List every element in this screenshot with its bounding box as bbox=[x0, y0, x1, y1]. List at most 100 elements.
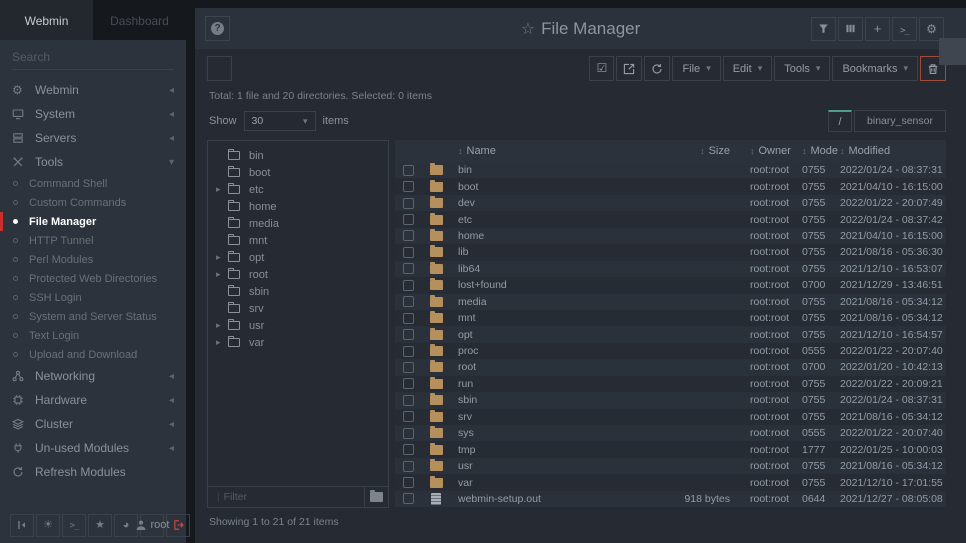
tree-item-sbin[interactable]: sbin bbox=[208, 283, 388, 300]
row-checkbox[interactable] bbox=[403, 395, 414, 406]
tree-item-opt[interactable]: ▸opt bbox=[208, 249, 388, 266]
tree-item-usr[interactable]: ▸usr bbox=[208, 317, 388, 334]
export-button[interactable] bbox=[616, 56, 642, 81]
tree-item-srv[interactable]: srv bbox=[208, 300, 388, 317]
sidebar-item-tools[interactable]: Tools▾ bbox=[0, 150, 186, 174]
sidebar-item-file-manager[interactable]: File Manager bbox=[0, 212, 186, 231]
plus-button[interactable]: + bbox=[865, 17, 890, 41]
help-button[interactable]: ? bbox=[205, 16, 230, 41]
column-header-mode[interactable]: ↕Mode bbox=[796, 145, 834, 157]
row-checkbox[interactable] bbox=[403, 198, 414, 209]
column-header-name[interactable]: ↕Name bbox=[451, 145, 640, 157]
row-checkbox[interactable] bbox=[403, 280, 414, 291]
row-checkbox[interactable] bbox=[403, 214, 414, 225]
row-checkbox[interactable] bbox=[403, 247, 414, 258]
tree-item-boot[interactable]: boot bbox=[208, 164, 388, 181]
sidebar-item-command-shell[interactable]: Command Shell bbox=[0, 174, 186, 193]
copy-path-button[interactable] bbox=[207, 56, 232, 81]
row-checkbox[interactable] bbox=[403, 378, 414, 389]
table-row[interactable]: mediaroot:root07552021/08/16 - 05:34:12 bbox=[395, 294, 946, 310]
sidebar-item-webmin[interactable]: ⚙Webmin◂ bbox=[0, 78, 186, 102]
gear-button[interactable]: ⚙ bbox=[919, 17, 944, 41]
tree-expand-icon[interactable]: ▸ bbox=[216, 269, 228, 280]
tree-folder-button[interactable] bbox=[364, 487, 388, 507]
table-row[interactable]: optroot:root07552021/12/10 - 16:54:57 bbox=[395, 326, 946, 342]
sidebar-item-ssh-login[interactable]: SSH Login bbox=[0, 288, 186, 307]
columns-button[interactable] bbox=[838, 17, 863, 41]
sidebar-item-system-and-server-status[interactable]: System and Server Status bbox=[0, 307, 186, 326]
table-row[interactable]: libroot:root07552021/08/16 - 05:36:30 bbox=[395, 244, 946, 260]
sun-button[interactable]: ☀ bbox=[36, 514, 60, 537]
tree-item-var[interactable]: ▸var bbox=[208, 334, 388, 351]
menu-edit-button[interactable]: Edit▾ bbox=[723, 56, 773, 81]
tab-webmin[interactable]: Webmin bbox=[0, 0, 93, 40]
tree-expand-icon[interactable]: ▸ bbox=[216, 252, 228, 263]
row-checkbox[interactable] bbox=[403, 477, 414, 488]
menu-tools-button[interactable]: Tools▾ bbox=[774, 56, 830, 81]
search-input[interactable] bbox=[12, 50, 174, 64]
row-checkbox[interactable] bbox=[403, 461, 414, 472]
row-checkbox[interactable] bbox=[403, 181, 414, 192]
row-checkbox[interactable] bbox=[403, 444, 414, 455]
terminal-button[interactable]: >_ bbox=[892, 17, 917, 41]
table-row[interactable]: lib64root:root07552021/12/10 - 16:53:07 bbox=[395, 261, 946, 277]
table-row[interactable]: webmin-setup.out918 bytesroot:root064420… bbox=[395, 491, 946, 507]
row-checkbox[interactable] bbox=[403, 230, 414, 241]
row-checkbox[interactable] bbox=[403, 362, 414, 373]
table-row[interactable]: tmproot:root17772022/01/25 - 10:00:03 bbox=[395, 441, 946, 457]
tree-expand-icon[interactable]: ▸ bbox=[216, 320, 228, 331]
sidebar-item-servers[interactable]: Servers◂ bbox=[0, 126, 186, 150]
tree-item-home[interactable]: home bbox=[208, 198, 388, 215]
column-header-size[interactable]: ↕Size bbox=[640, 145, 744, 157]
table-row[interactable]: varroot:root07552021/12/10 - 17:01:55 bbox=[395, 474, 946, 490]
table-row[interactable]: lost+foundroot:root07002021/12/29 - 13:4… bbox=[395, 277, 946, 293]
menu-bookmarks-button[interactable]: Bookmarks▾ bbox=[832, 56, 918, 81]
table-row[interactable]: usrroot:root07552021/08/16 - 05:34:12 bbox=[395, 458, 946, 474]
row-checkbox[interactable] bbox=[403, 165, 414, 176]
sidebar-item-text-login[interactable]: Text Login bbox=[0, 326, 186, 345]
table-row[interactable]: mntroot:root07552021/08/16 - 05:34:12 bbox=[395, 310, 946, 326]
sidebar-item-cluster[interactable]: Cluster◂ bbox=[0, 412, 186, 436]
sidebar-item-perl-modules[interactable]: Perl Modules bbox=[0, 250, 186, 269]
collapse-sidebar-button[interactable] bbox=[10, 514, 34, 537]
table-row[interactable]: procroot:root05552022/01/22 - 20:07:40 bbox=[395, 343, 946, 359]
table-row[interactable]: binroot:root07552022/01/24 - 08:37:31 bbox=[395, 162, 946, 178]
row-checkbox[interactable] bbox=[403, 296, 414, 307]
row-checkbox[interactable] bbox=[403, 313, 414, 324]
column-header-modified[interactable]: ↕Modified bbox=[834, 145, 946, 157]
tree-expand-icon[interactable]: ▸ bbox=[216, 184, 228, 195]
tree-item-media[interactable]: media bbox=[208, 215, 388, 232]
sidebar-item-system[interactable]: System◂ bbox=[0, 102, 186, 126]
sidebar-item-networking[interactable]: Networking◂ bbox=[0, 364, 186, 388]
tree-item-bin[interactable]: bin bbox=[208, 147, 388, 164]
sidebar-item-un-used-modules[interactable]: Un-used Modules◂ bbox=[0, 436, 186, 460]
table-row[interactable]: etcroot:root07552022/01/24 - 08:37:42 bbox=[395, 211, 946, 227]
tree-expand-icon[interactable]: ▸ bbox=[216, 337, 228, 348]
path-input[interactable] bbox=[854, 110, 946, 132]
sidebar-item-http-tunnel[interactable]: HTTP Tunnel bbox=[0, 231, 186, 250]
tree-item-etc[interactable]: ▸etc bbox=[208, 181, 388, 198]
filter-button[interactable] bbox=[811, 17, 836, 41]
tree-item-root[interactable]: ▸root bbox=[208, 266, 388, 283]
tree-item-mnt[interactable]: mnt bbox=[208, 232, 388, 249]
sidebar-item-refresh-modules[interactable]: Refresh Modules bbox=[0, 460, 186, 484]
star-button[interactable]: ★ bbox=[88, 514, 112, 537]
table-row[interactable]: bootroot:root07552021/04/10 - 16:15:00 bbox=[395, 178, 946, 194]
table-row[interactable]: rootroot:root07002022/01/20 - 10:42:13 bbox=[395, 359, 946, 375]
row-checkbox[interactable] bbox=[403, 263, 414, 274]
table-row[interactable]: sbinroot:root07552022/01/24 - 08:37:31 bbox=[395, 392, 946, 408]
table-row[interactable]: devroot:root07552022/01/22 - 20:07:49 bbox=[395, 195, 946, 211]
table-row[interactable]: runroot:root07552022/01/22 - 20:09:21 bbox=[395, 376, 946, 392]
tab-dashboard[interactable]: Dashboard bbox=[93, 0, 186, 40]
tree-filter-input[interactable] bbox=[224, 491, 364, 503]
row-checkbox[interactable] bbox=[403, 428, 414, 439]
table-row[interactable]: homeroot:root07552021/04/10 - 16:15:00 bbox=[395, 228, 946, 244]
user-button[interactable]: root bbox=[140, 514, 164, 537]
table-row[interactable]: sysroot:root05552022/01/22 - 20:07:40 bbox=[395, 425, 946, 441]
menu-file-button[interactable]: File▾ bbox=[672, 56, 720, 81]
select-all-button[interactable]: ☑ bbox=[589, 56, 614, 81]
page-size-select[interactable]: 30 ▾ bbox=[244, 111, 316, 131]
logout-button[interactable] bbox=[166, 514, 190, 537]
sidebar-item-protected-web-directories[interactable]: Protected Web Directories bbox=[0, 269, 186, 288]
notifications-button[interactable] bbox=[939, 38, 966, 65]
